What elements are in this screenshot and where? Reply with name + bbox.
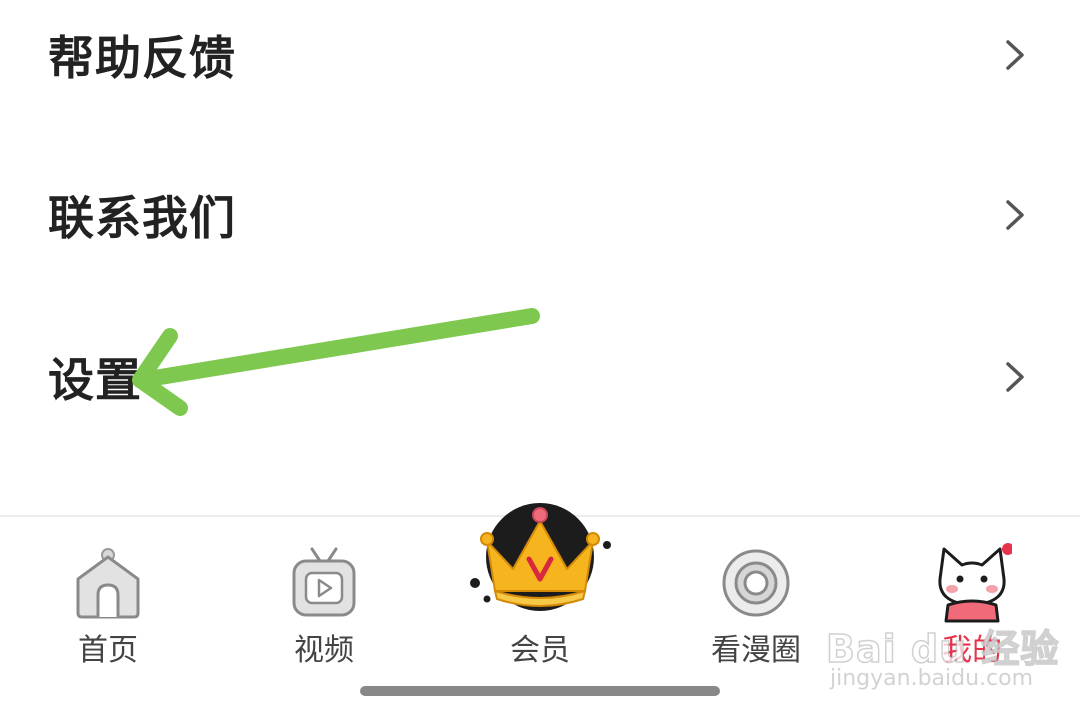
- menu-item-contact-us[interactable]: 联系我们: [0, 160, 1080, 270]
- tab-label: 会员: [510, 633, 570, 668]
- tab-label: 首页: [78, 633, 138, 668]
- tab-label: 我的: [942, 633, 1002, 668]
- menu-item-help-feedback[interactable]: 帮助反馈: [0, 0, 1080, 110]
- chevron-right-icon: [1006, 362, 1024, 392]
- tv-play-icon: [292, 547, 356, 617]
- tab-label: 视频: [294, 633, 354, 668]
- menu-item-label: 联系我们: [48, 191, 236, 245]
- chevron-right-icon: [1006, 40, 1024, 70]
- menu-item-label: 设置: [48, 353, 142, 407]
- crown-icon: [470, 503, 611, 611]
- tab-home[interactable]: 首页: [0, 517, 216, 717]
- screen: 帮助反馈 联系我们 设置 首页 视频 会员 看漫圈 我的 Bai du 经验 j…: [0, 0, 1080, 717]
- menu-item-label: 帮助反馈: [48, 31, 236, 85]
- circle-ring-icon: [722, 549, 790, 617]
- home-indicator[interactable]: [360, 686, 720, 696]
- tab-me[interactable]: 我的: [864, 517, 1080, 717]
- menu-item-settings[interactable]: 设置: [0, 322, 1080, 432]
- home-icon: [76, 548, 140, 619]
- tab-label: 看漫圈: [711, 633, 801, 668]
- chevron-right-icon: [1006, 200, 1024, 230]
- cat-avatar-icon: [938, 543, 1012, 623]
